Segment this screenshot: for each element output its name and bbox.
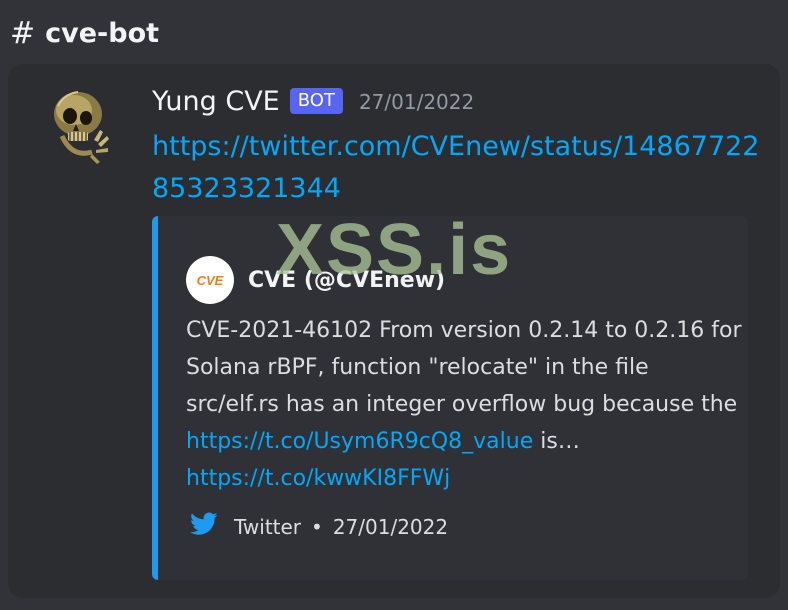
svg-text:CVE: CVE <box>197 273 224 287</box>
hash-icon: # <box>10 16 36 51</box>
cve-logo-icon: CVE <box>186 256 234 304</box>
skull-avatar[interactable] <box>44 86 118 172</box>
tweet-link[interactable]: https://twitter.com/CVEnew/status/148677… <box>152 126 762 210</box>
footer-separator: • <box>311 514 323 539</box>
embed-description: CVE-2021-46102 From version 0.2.14 to 0.… <box>186 312 742 497</box>
embed-author-name[interactable]: CVE (@CVEnew) <box>248 268 445 293</box>
desc-text-2: is… <box>533 429 580 454</box>
username[interactable]: Yung CVE <box>152 84 280 120</box>
message: Yung CVE BOT 27/01/2022 https://twitter.… <box>8 64 780 598</box>
message-timestamp: 27/01/2022 <box>358 90 475 114</box>
footer-timestamp: 27/01/2022 <box>332 514 449 539</box>
channel-header: # cve-bot <box>0 0 788 58</box>
footer-source: Twitter <box>234 514 302 539</box>
embed-footer: Twitter • 27/01/2022 <box>190 512 448 541</box>
channel-name: cve-bot <box>45 18 160 49</box>
desc-link-1[interactable]: https://t.co/Usym6R9cQ8_value <box>186 429 533 454</box>
message-header: Yung CVE BOT 27/01/2022 <box>152 84 474 120</box>
tweet-embed: CVE CVE (@CVEnew) CVE-2021-46102 From ve… <box>152 216 748 580</box>
desc-text-1: CVE-2021-46102 From version 0.2.14 to 0.… <box>186 318 742 417</box>
embed-author: CVE CVE (@CVEnew) <box>186 256 445 304</box>
desc-link-2[interactable]: https://t.co/kwwKI8FFWj <box>186 466 450 491</box>
bot-badge: BOT <box>289 88 343 114</box>
twitter-bird-icon <box>190 512 218 541</box>
